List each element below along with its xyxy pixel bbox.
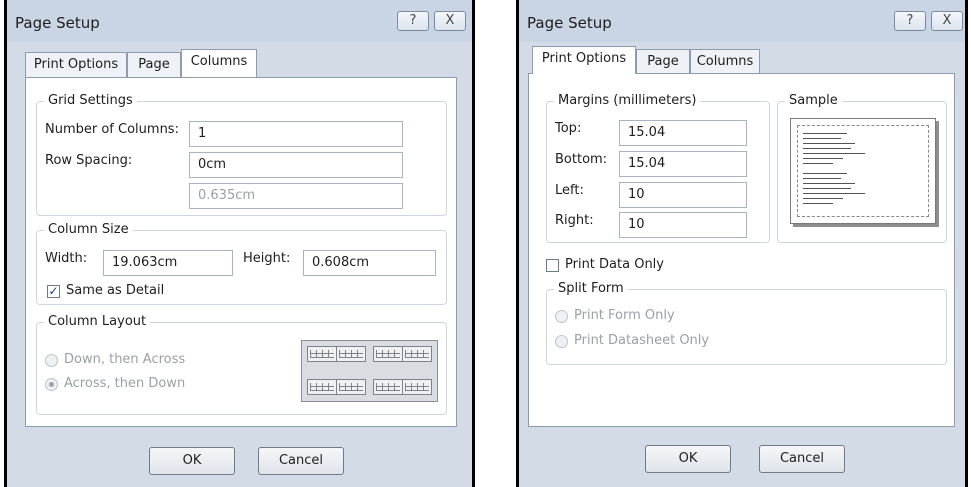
column-layout-group: Column Layout Down, then Across Across, … xyxy=(36,314,447,415)
close-button[interactable]: X xyxy=(434,11,466,31)
page-sample-preview-icon xyxy=(790,118,936,224)
top-label: Top: xyxy=(555,121,582,136)
column-layout-legend: Column Layout xyxy=(44,314,151,329)
bottom-margin-field[interactable]: 15.04 xyxy=(619,151,747,177)
column-size-group: Column Size Width: 19.063cm Height: 0.60… xyxy=(36,222,447,305)
print-datasheet-only-radio xyxy=(555,335,568,348)
across-then-down-radio xyxy=(45,378,58,391)
tab-page[interactable]: Page xyxy=(636,49,690,74)
same-as-detail-label: Same as Detail xyxy=(66,283,165,298)
page-setup-dialog-print-options: Page Setup ? X Print Options Page Column… xyxy=(516,0,968,487)
print-datasheet-only-label: Print Datasheet Only xyxy=(574,333,710,348)
dialog-title: Page Setup xyxy=(527,14,612,32)
down-then-across-radio xyxy=(45,354,58,367)
left-label: Left: xyxy=(555,183,584,198)
width-label: Width: xyxy=(45,251,88,266)
height-label: Height: xyxy=(243,251,291,266)
height-field[interactable]: 0.608cm xyxy=(303,250,436,276)
help-button[interactable]: ? xyxy=(397,11,429,31)
bottom-label: Bottom: xyxy=(555,152,608,167)
across-then-down-label: Across, then Down xyxy=(64,376,186,391)
sample-group: Sample xyxy=(777,93,947,243)
number-of-columns-field[interactable]: 1 xyxy=(189,121,403,147)
row-spacing-label: Row Spacing: xyxy=(45,153,133,168)
column-size-legend: Column Size xyxy=(44,222,133,237)
grid-settings-group: Grid Settings Number of Columns: 1 Row S… xyxy=(36,93,447,216)
ok-button[interactable]: OK xyxy=(149,447,235,475)
grid-settings-legend: Grid Settings xyxy=(44,93,137,108)
ok-button[interactable]: OK xyxy=(645,445,731,473)
close-button[interactable]: X xyxy=(931,11,963,31)
right-margin-field[interactable]: 10 xyxy=(619,212,747,238)
margins-legend: Margins (millimeters) xyxy=(554,93,701,108)
print-data-only-checkbox[interactable] xyxy=(546,259,559,272)
margins-group: Margins (millimeters) Top: 15.04 Bottom:… xyxy=(546,93,770,243)
dialog-title: Page Setup xyxy=(15,14,100,32)
same-as-detail-checkbox[interactable]: ✓ xyxy=(47,285,60,298)
tab-panel-print-options: Margins (millimeters) Top: 15.04 Bottom:… xyxy=(528,73,955,427)
print-form-only-label: Print Form Only xyxy=(574,308,675,323)
column-spacing-field: 0.635cm xyxy=(189,183,403,209)
cancel-button[interactable]: Cancel xyxy=(258,447,344,475)
tab-print-options[interactable]: Print Options xyxy=(532,46,636,74)
tab-print-options[interactable]: Print Options xyxy=(25,52,127,77)
split-form-group: Split Form Print Form Only Print Datashe… xyxy=(546,281,947,365)
top-margin-field[interactable]: 15.04 xyxy=(619,120,747,146)
cancel-button[interactable]: Cancel xyxy=(759,445,845,473)
left-margin-field[interactable]: 10 xyxy=(619,182,747,208)
print-form-only-radio xyxy=(555,310,568,323)
print-data-only-label: Print Data Only xyxy=(565,257,664,272)
split-form-legend: Split Form xyxy=(554,281,628,296)
title-bar: Page Setup ? X xyxy=(7,0,472,42)
title-bar: Page Setup ? X xyxy=(519,0,965,42)
number-of-columns-label: Number of Columns: xyxy=(45,122,179,137)
help-button[interactable]: ? xyxy=(894,11,926,31)
tab-panel-columns: Grid Settings Number of Columns: 1 Row S… xyxy=(25,77,457,427)
page-setup-dialog-columns: Page Setup ? X Print Options Page Column… xyxy=(4,0,475,487)
width-field[interactable]: 19.063cm xyxy=(103,250,233,276)
tab-columns[interactable]: Columns xyxy=(181,49,257,77)
row-spacing-field[interactable]: 0cm xyxy=(189,152,403,178)
tab-page[interactable]: Page xyxy=(127,52,181,77)
tab-columns[interactable]: Columns xyxy=(690,49,760,74)
right-label: Right: xyxy=(555,213,594,228)
column-layout-preview-icon xyxy=(301,340,438,402)
sample-legend: Sample xyxy=(785,93,842,108)
down-then-across-label: Down, then Across xyxy=(64,352,186,367)
